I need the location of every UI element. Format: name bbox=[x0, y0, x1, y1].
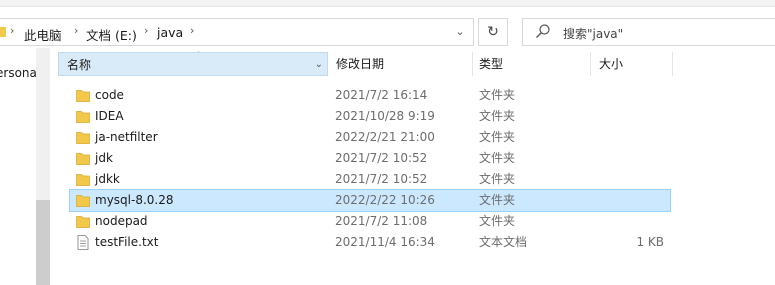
file-row[interactable]: IDEA 2021/10/28 9:19 文件夹 bbox=[70, 106, 670, 127]
file-row[interactable]: ja-netfilter 2022/2/21 21:00 文件夹 bbox=[70, 127, 670, 148]
file-list-header: 名称 ⌄ 修改日期 类型 大小 bbox=[58, 52, 678, 76]
nav-scrollbar-thumb[interactable] bbox=[36, 200, 50, 285]
file-name: mysql-8.0.28 bbox=[95, 193, 174, 207]
column-header-date[interactable]: 修改日期 bbox=[328, 52, 473, 76]
folder-icon bbox=[76, 90, 90, 102]
column-type-label: 类型 bbox=[479, 57, 504, 71]
file-row[interactable]: nodepad 2021/7/2 11:08 文件夹 bbox=[70, 211, 670, 232]
file-name: code bbox=[95, 88, 124, 102]
file-list: code 2021/7/2 16:14 文件夹 IDEA 2021/10/28 9:19… bbox=[69, 85, 671, 253]
file-row[interactable]: code 2021/7/2 16:14 文件夹 bbox=[70, 85, 670, 106]
file-modified-date: 2021/10/28 9:19 bbox=[335, 109, 435, 123]
chevron-down-icon[interactable]: ⌄ bbox=[446, 19, 474, 45]
file-row[interactable]: jdk 2021/7/2 10:52 文件夹 bbox=[70, 148, 670, 169]
navigation-pane: ersona bbox=[0, 48, 52, 285]
file-name: testFile.txt bbox=[95, 235, 159, 249]
file-row[interactable]: testFile.txt 2021/11/4 16:34 文本文档 1 KB bbox=[70, 232, 670, 253]
address-bar[interactable]: › 此电脑 › 文档 (E:) › java › ⌄ bbox=[0, 18, 474, 46]
file-modified-date: 2021/7/2 10:52 bbox=[335, 172, 428, 186]
file-name: IDEA bbox=[95, 109, 124, 123]
file-type: 文件夹 bbox=[479, 109, 516, 123]
chevron-right-icon[interactable]: › bbox=[10, 24, 14, 37]
file-size: 1 KB bbox=[636, 235, 664, 249]
ribbon-strip bbox=[0, 0, 775, 7]
nav-item-personal[interactable]: ersona bbox=[0, 66, 37, 80]
breadcrumb-this-pc[interactable]: 此电脑 bbox=[24, 25, 62, 44]
column-size-label: 大小 bbox=[599, 57, 624, 71]
search-input[interactable]: 搜索"java" bbox=[522, 18, 775, 46]
file-modified-date: 2021/7/2 16:14 bbox=[335, 88, 428, 102]
folder-icon bbox=[76, 111, 90, 123]
chevron-right-icon[interactable]: › bbox=[144, 24, 148, 37]
file-type: 文件夹 bbox=[479, 88, 516, 102]
file-name: ja-netfilter bbox=[95, 130, 158, 144]
file-modified-date: 2022/2/22 10:26 bbox=[335, 193, 435, 207]
file-name: jdk bbox=[95, 151, 113, 165]
file-name: jdkk bbox=[95, 172, 120, 186]
file-row[interactable]: jdkk 2021/7/2 10:52 文件夹 bbox=[70, 169, 670, 190]
folder-icon bbox=[76, 174, 90, 186]
file-type: 文本文档 bbox=[479, 235, 528, 249]
folder-icon bbox=[76, 153, 90, 165]
file-row[interactable]: mysql-8.0.28 2022/2/22 10:26 文件夹 bbox=[69, 189, 671, 212]
folder-icon bbox=[76, 132, 90, 144]
file-type: 文件夹 bbox=[479, 172, 516, 186]
refresh-button[interactable]: ↻ bbox=[478, 18, 508, 46]
file-type: 文件夹 bbox=[479, 151, 516, 165]
folder-icon bbox=[0, 27, 6, 37]
breadcrumb-java[interactable]: java bbox=[157, 25, 183, 40]
column-header-type[interactable]: 类型 bbox=[471, 52, 591, 76]
search-placeholder: 搜索"java" bbox=[563, 27, 624, 41]
refresh-icon: ↻ bbox=[487, 24, 499, 40]
chevron-right-icon[interactable]: › bbox=[74, 24, 78, 37]
breadcrumb-drive-e[interactable]: 文档 (E:) bbox=[86, 25, 137, 44]
chevron-right-icon[interactable]: › bbox=[190, 24, 194, 37]
column-name-label: 名称 bbox=[67, 58, 92, 72]
column-header-name[interactable]: 名称 ⌄ bbox=[58, 52, 328, 76]
folder-icon bbox=[76, 216, 90, 228]
file-type: 文件夹 bbox=[479, 130, 516, 144]
column-header-size[interactable]: 大小 bbox=[591, 52, 673, 76]
file-type: 文件夹 bbox=[479, 214, 516, 228]
search-icon bbox=[536, 24, 550, 38]
file-name: nodepad bbox=[95, 214, 148, 228]
file-modified-date: 2021/11/4 16:34 bbox=[335, 235, 435, 249]
column-date-label: 修改日期 bbox=[336, 57, 385, 71]
text-file-icon bbox=[77, 235, 89, 250]
address-row: › 此电脑 › 文档 (E:) › java › ⌄ ↻ 搜索"java" bbox=[0, 10, 775, 48]
chevron-down-icon[interactable]: ⌄ bbox=[315, 53, 323, 77]
file-modified-date: 2021/7/2 10:52 bbox=[335, 151, 428, 165]
folder-icon bbox=[76, 195, 90, 207]
file-modified-date: 2021/7/2 11:08 bbox=[335, 214, 428, 228]
file-type: 文件夹 bbox=[479, 193, 516, 207]
file-modified-date: 2022/2/21 21:00 bbox=[335, 130, 435, 144]
